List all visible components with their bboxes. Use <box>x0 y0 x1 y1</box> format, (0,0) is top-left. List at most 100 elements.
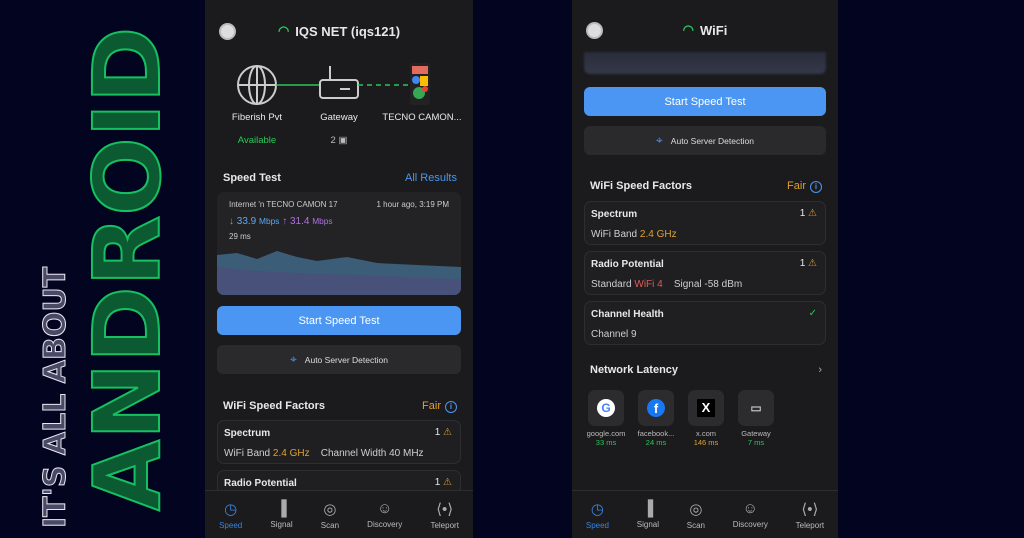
target-icon: ⌖ <box>656 133 663 147</box>
nav-label: Speed <box>219 520 243 530</box>
nav-speed[interactable]: ◷ Speed <box>586 500 609 530</box>
nav-discovery[interactable]: ☺ Discovery <box>733 500 768 529</box>
warning-icon: ⚠ <box>808 208 817 219</box>
topology-diagram <box>237 63 430 105</box>
nav-teleport[interactable]: ⟨•⟩ Teleport <box>796 500 824 530</box>
standard-value: WiFi 4 <box>634 279 663 290</box>
bottom-nav: ◷ Speed ▐ Signal ◎ Scan ☺ Discovery ⟨•⟩ Telep… <box>205 490 473 538</box>
isp-status: Available <box>237 135 277 146</box>
latency-item-gateway[interactable]: ▭ Gateway 7 ms <box>731 390 781 447</box>
latency-ms: 33 ms <box>595 438 617 447</box>
info-icon[interactable]: i <box>810 181 822 193</box>
spectrum-card[interactable]: Spectrum 1 ⚠ WiFi Band 2.4 GHz <box>584 201 826 245</box>
nav-speed[interactable]: ◷ Speed <box>219 500 242 530</box>
latency-ms: 24 ms <box>645 438 667 447</box>
check-circle-icon: ✓ <box>808 308 817 319</box>
start-speed-test-button[interactable]: Start Speed Test <box>584 87 826 116</box>
bottom-nav: ◷ Speed ▐ Signal ◎ Scan ☺ Discovery ⟨•⟩ Telep… <box>572 490 838 538</box>
avatar[interactable] <box>219 22 236 40</box>
info-icon[interactable]: i <box>445 401 457 413</box>
latency-name: google.com <box>586 429 626 438</box>
channel-value: Channel 9 <box>591 329 637 340</box>
standard-label: Standard <box>591 279 632 290</box>
issue-count: 1 <box>434 477 441 488</box>
result-speeds: ↓ 33.9 Mbps ↑ 31.4 Mbps <box>229 216 333 227</box>
unit: Mbps <box>312 216 333 226</box>
nav-label: Discovery <box>367 520 403 529</box>
nav-discovery[interactable]: ☺ Discovery <box>367 500 402 529</box>
latency-ms: 7 ms <box>747 438 765 447</box>
phone-screen-speed: ◠ IQS NET (iqs121) Fiberish Pvt Available… <box>205 0 473 538</box>
node-isp[interactable]: Fiberish Pvt Available <box>217 112 297 146</box>
spectrum-card[interactable]: Spectrum 1 ⚠ WiFi Band 2.4 GHz Channel W… <box>217 420 461 464</box>
x-icon: X <box>697 399 715 417</box>
nav-label: Teleport <box>430 520 459 530</box>
latency-item-facebook[interactable]: f facebook... 24 ms <box>631 390 681 447</box>
radio-potential-card[interactable]: Radio Potential 1 ⚠ Standard WiFi 4 Sign… <box>584 251 826 295</box>
router-icon <box>319 66 359 99</box>
teleport-icon: ⟨•⟩ <box>436 500 454 518</box>
nav-signal[interactable]: ▐ Signal <box>637 500 659 529</box>
nav-label: Scan <box>320 520 340 530</box>
card-title: Spectrum <box>591 209 638 220</box>
speed-graph <box>217 251 461 295</box>
node-device[interactable]: TECNO CAMON... <box>379 112 465 123</box>
chevron-right-icon: › <box>818 364 822 376</box>
astronaut-icon: ☺ <box>377 500 393 517</box>
section-title: WiFi Speed Factors <box>223 400 325 412</box>
band-label: WiFi Band <box>224 448 271 459</box>
start-speed-test-button[interactable]: Start Speed Test <box>217 306 461 335</box>
nav-teleport[interactable]: ⟨•⟩ Teleport <box>430 500 458 530</box>
auto-server-detection-button[interactable]: ⌖ Auto Server Detection <box>584 126 826 155</box>
result-time: 1 hour ago, 3:19 PM <box>376 200 450 209</box>
warning-icon: ⚠ <box>443 477 452 488</box>
channel-health-card[interactable]: Channel Health ✓ Channel 9 <box>584 301 826 345</box>
phone-device-icon <box>410 63 430 105</box>
card-title: Radio Potential <box>224 478 297 489</box>
nav-scan[interactable]: ◎ Scan <box>321 500 339 530</box>
warning-icon: ⚠ <box>443 427 452 438</box>
auto-server-label: Auto Server Detection <box>670 135 754 146</box>
isp-name: Fiberish Pvt <box>231 112 283 123</box>
target-icon: ⌖ <box>290 352 297 366</box>
card-title: Radio Potential <box>591 259 664 270</box>
nav-label: Speed <box>585 520 610 530</box>
google-icon: G <box>597 399 615 417</box>
avatar[interactable] <box>586 21 603 39</box>
nav-scan[interactable]: ◎ Scan <box>687 500 705 530</box>
nav-label: Teleport <box>795 520 825 530</box>
router-icon: ▭ <box>750 401 762 415</box>
latency-name: x.com <box>695 429 716 438</box>
band-value: 2.4 GHz <box>272 448 310 459</box>
blurred-panel <box>584 52 826 74</box>
auto-server-detection-button[interactable]: ⌖ Auto Server Detection <box>217 345 461 374</box>
all-results-link[interactable]: All Results <box>405 172 457 184</box>
unit: Mbps <box>259 216 280 226</box>
speed-test-result-card[interactable]: Internet 'n TECNO CAMON 17 1 hour ago, 3… <box>217 192 461 295</box>
section-title: Speed Test <box>223 172 281 184</box>
latency-item-x[interactable]: Xx.com 146 ms <box>681 390 731 447</box>
wifi-icon: ◠ <box>682 22 694 37</box>
radar-icon: ◎ <box>323 500 337 518</box>
speedometer-icon: ◷ <box>590 500 604 518</box>
latency-item-google[interactable]: Ggoogle.com 33 ms <box>581 390 631 447</box>
radar-icon: ◎ <box>689 500 703 518</box>
section-title: Network Latency <box>590 364 679 376</box>
result-latency: 29 ms <box>229 232 251 241</box>
brand-tagline: IT'S ALL ABOUT <box>38 266 74 528</box>
devices-icon: ▣ <box>338 135 348 146</box>
astronaut-icon: ☺ <box>742 500 758 517</box>
teleport-icon: ⟨•⟩ <box>801 500 819 518</box>
phone-screen-wifi: ◠ WiFi Start Speed Test ⌖ Auto Server Det… <box>572 0 838 538</box>
gateway-device-count: 2 <box>330 135 336 146</box>
nav-signal[interactable]: ▐ Signal <box>270 500 292 529</box>
download-value: 33.9 <box>236 216 257 227</box>
band-label: WiFi Band <box>591 229 638 240</box>
issue-count: 1 <box>799 258 806 269</box>
node-gateway[interactable]: Gateway 2 ▣ <box>299 112 379 146</box>
card-title: Channel Health <box>591 309 664 320</box>
auto-server-label: Auto Server Detection <box>304 354 388 365</box>
latency-header[interactable]: Network Latency › <box>590 364 822 376</box>
section-title: WiFi Speed Factors <box>590 180 692 192</box>
factors-header: WiFi Speed Factors Fair i <box>590 180 822 193</box>
